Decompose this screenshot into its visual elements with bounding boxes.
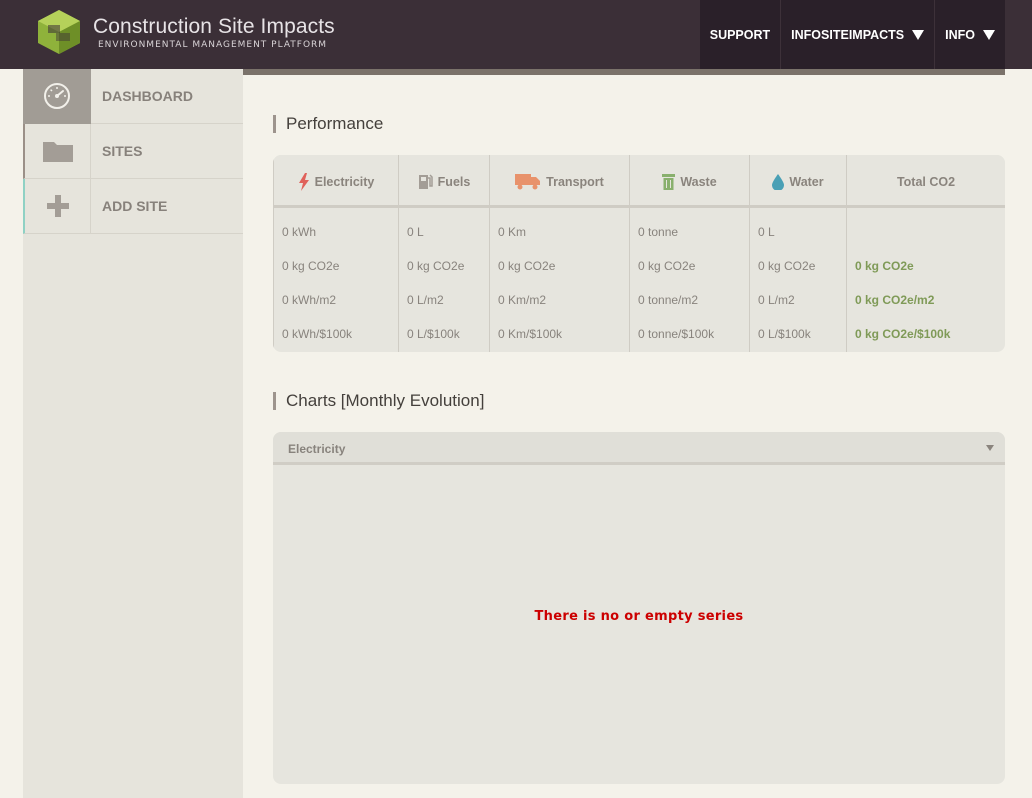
table-cell: 0 Km xyxy=(498,225,527,239)
sidebar-item-add-site[interactable]: ADD SITE xyxy=(23,178,243,234)
table-cell: 0 L xyxy=(758,225,775,239)
top-header: Construction Site Impacts ENVIRONMENTAL … xyxy=(0,0,1032,69)
column-total-co2: Total CO2 0 kg CO2e 0 kg CO2e/m2 0 kg CO… xyxy=(846,155,1005,352)
column-header-label: Waste xyxy=(680,174,717,189)
charts-title: Charts [Monthly Evolution] xyxy=(273,392,484,410)
table-cell: 0 kg CO2e xyxy=(407,259,465,273)
fuel-pump-icon xyxy=(418,174,433,189)
app-subtitle: ENVIRONMENTAL MANAGEMENT PLATFORM xyxy=(98,40,328,50)
logo-icon xyxy=(38,10,80,54)
chart-series-select[interactable]: Electricity xyxy=(273,432,1005,465)
plus-icon xyxy=(46,195,69,217)
performance-title: Performance xyxy=(273,115,383,133)
nav-infositeimpacts-label: INFOSITEIMPACTS xyxy=(791,27,905,42)
column-transport: Transport 0 Km 0 kg CO2e 0 Km/m2 0 Km/$1… xyxy=(489,155,629,352)
lightning-icon xyxy=(298,172,309,191)
column-header-label: Water xyxy=(789,174,824,189)
table-cell: 0 Km/m2 xyxy=(498,293,547,307)
table-cell: 0 kWh xyxy=(282,225,317,239)
caret-down-icon xyxy=(912,29,925,40)
caret-down-icon xyxy=(983,29,995,40)
column-header: Total CO2 xyxy=(847,155,1005,208)
nav-info[interactable]: INFO xyxy=(934,0,1005,69)
column-waste: Waste 0 tonne 0 kg CO2e 0 tonne/m2 0 ton… xyxy=(629,155,749,352)
app-title: Construction Site Impacts xyxy=(93,15,335,38)
table-cell: 0 kg CO2e xyxy=(855,259,914,273)
sidebar-item-label: DASHBOARD xyxy=(102,88,193,104)
column-water: Water 0 L 0 kg CO2e 0 L/m2 0 L/$100k xyxy=(749,155,846,352)
table-cell: 0 L/$100k xyxy=(758,327,811,341)
column-header: Transport xyxy=(490,155,629,208)
table-cell: 0 L xyxy=(407,225,424,239)
table-cell: 0 kg CO2e xyxy=(638,259,696,273)
table-cell: 0 kWh/$100k xyxy=(282,327,353,341)
sidebar-item-dashboard[interactable]: DASHBOARD xyxy=(23,68,243,124)
nav-support[interactable]: SUPPORT xyxy=(700,0,780,69)
table-cell: 0 tonne/m2 xyxy=(638,293,699,307)
sidebar: DASHBOARD SITES ADD SITE xyxy=(23,68,243,798)
table-cell: 0 kg CO2e/$100k xyxy=(855,327,951,341)
nav-infositeimpacts[interactable]: INFOSITEIMPACTS xyxy=(780,0,934,69)
chart-panel: Electricity There is no or empty series xyxy=(273,432,1005,784)
sidebar-item-label: ADD SITE xyxy=(102,198,168,214)
column-header-label: Fuels xyxy=(437,174,471,189)
chart-empty-message: There is no or empty series xyxy=(534,609,744,624)
table-cell: 0 tonne xyxy=(638,225,679,239)
table-cell: 0 kg CO2e xyxy=(758,259,816,273)
sidebar-icon-box xyxy=(25,123,91,179)
nav-info-label: INFO xyxy=(945,27,975,42)
column-header: Water xyxy=(750,155,846,208)
column-header: Electricity xyxy=(274,155,398,208)
folder-icon xyxy=(42,142,73,162)
table-cell: 0 L/m2 xyxy=(758,293,795,307)
sidebar-item-label: SITES xyxy=(102,143,143,159)
sidebar-icon-box xyxy=(25,178,91,234)
table-cell: 0 L/m2 xyxy=(407,293,444,307)
dashboard-gauge-icon xyxy=(44,83,70,109)
table-cell: 0 kg CO2e xyxy=(498,259,556,273)
chevron-down-icon xyxy=(986,445,994,451)
water-drop-icon xyxy=(772,173,785,190)
top-nav: SUPPORT INFOSITEIMPACTS INFO xyxy=(699,0,1005,69)
column-header-label: Transport xyxy=(546,174,604,189)
sidebar-icon-box xyxy=(23,68,91,124)
column-electricity: Electricity 0 kWh 0 kg CO2e 0 kWh/m2 0 k… xyxy=(273,155,398,352)
content-top-divider xyxy=(243,69,1005,75)
column-header-label: Total CO2 xyxy=(896,174,956,189)
column-header: Waste xyxy=(630,155,749,208)
table-cell: 0 kg CO2e xyxy=(282,259,340,273)
table-cell: 0 kg CO2e/m2 xyxy=(855,293,935,307)
table-cell: 0 L/$100k xyxy=(407,327,460,341)
table-cell: 0 Km/$100k xyxy=(498,327,563,341)
sidebar-item-sites[interactable]: SITES xyxy=(23,123,243,179)
performance-table: Electricity 0 kWh 0 kg CO2e 0 kWh/m2 0 k… xyxy=(273,155,1005,352)
trash-icon xyxy=(662,174,676,190)
table-cell: 0 kWh/m2 xyxy=(282,293,337,307)
chart-series-select-value: Electricity xyxy=(288,442,346,456)
truck-icon xyxy=(515,174,541,190)
table-cell: 0 tonne/$100k xyxy=(638,327,715,341)
column-header: Fuels xyxy=(399,155,489,208)
column-fuels: Fuels 0 L 0 kg CO2e 0 L/m2 0 L/$100k xyxy=(398,155,489,352)
column-header-label: Electricity xyxy=(314,174,375,189)
nav-support-label: SUPPORT xyxy=(709,27,771,42)
